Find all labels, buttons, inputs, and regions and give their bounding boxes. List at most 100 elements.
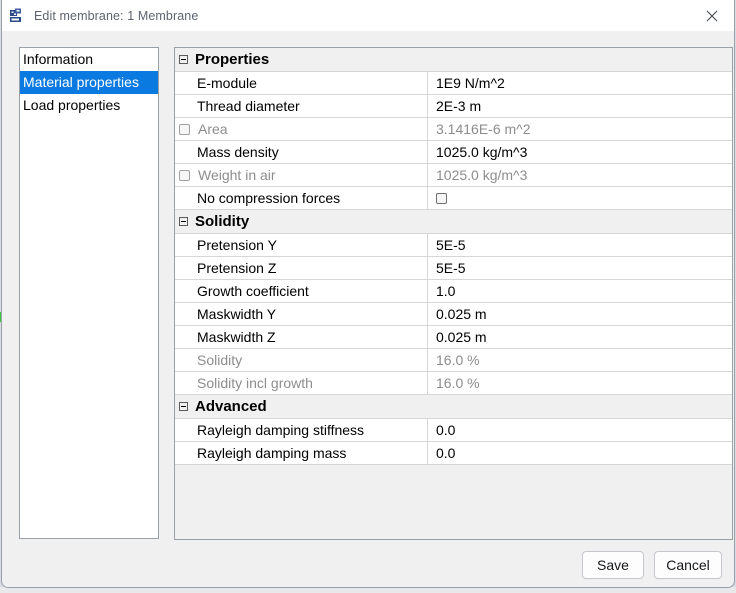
property-value-cell[interactable]: 1025.0 kg/m^3 [427,140,732,164]
property-label: Mass density [197,144,279,160]
property-value: 1E9 N/m^2 [427,72,732,94]
property-value-cell: 3.1416E-6 m^2 [427,117,732,141]
property-value-cell: 16.0 % [427,371,732,395]
property-value: 5E-5 [427,257,732,279]
property-label-cell: Maskwidth Y [175,302,427,326]
group-title: Solidity [195,213,250,230]
group-header-cell: Properties [175,48,732,72]
table-row[interactable]: Rayleigh damping mass 0.0 [175,441,732,465]
property-value: 1.0 [427,280,732,302]
property-label-cell: Pretension Z [175,256,427,280]
edit-membrane-dialog: Edit membrane: 1 Membrane Information Ma… [1,0,735,588]
property-value-cell[interactable]: 5E-5 [427,233,732,257]
property-value: 16.0 % [427,372,732,394]
property-label: Solidity [197,352,243,368]
table-row: Solidity incl growth 16.0 % [175,371,732,395]
property-value-cell[interactable] [427,186,732,210]
property-label-cell: No compression forces [175,186,427,210]
table-row[interactable]: Maskwidth Z 0.025 m [175,325,732,349]
property-value-cell[interactable]: 2E-3 m [427,94,732,118]
property-value-cell[interactable]: 0.025 m [427,325,732,349]
dialog-body: Information Material properties Load pro… [2,31,734,587]
property-label-cell: Solidity [175,348,427,372]
table-row[interactable]: Growth coefficient 1.0 [175,279,732,303]
property-value: 1025.0 kg/m^3 [427,141,732,163]
property-label-cell: Rayleigh damping mass [175,441,427,465]
property-label: Maskwidth Z [197,329,276,345]
dialog-title: Edit membrane: 1 Membrane [34,8,199,23]
property-label-cell: Mass density [175,140,427,164]
table-row: Solidity 16.0 % [175,348,732,372]
property-label-cell: Maskwidth Z [175,325,427,349]
property-value: 3.1416E-6 m^2 [427,118,732,140]
group-header-solidity[interactable]: Solidity [175,209,732,234]
property-value: 2E-3 m [427,95,732,117]
sidebar-item-information[interactable]: Information [20,48,158,71]
table-row[interactable]: Pretension Z 5E-5 [175,256,732,280]
group-header-cell: Advanced [175,394,732,419]
property-label-cell: Thread diameter [175,94,427,118]
sidebar-item-label: Load properties [23,97,121,113]
property-value: 0.025 m [427,326,732,348]
property-label-cell: E-module [175,71,427,95]
group-header-advanced[interactable]: Advanced [175,394,732,419]
collapse-icon[interactable] [179,217,188,226]
close-icon[interactable] [689,0,734,31]
property-value: 0.025 m [427,303,732,325]
cancel-button[interactable]: Cancel [654,551,722,579]
collapse-icon[interactable] [179,402,188,411]
property-label: Rayleigh damping stiffness [197,422,365,438]
property-value-cell[interactable]: 0.025 m [427,302,732,326]
table-row[interactable]: Rayleigh damping stiffness 0.0 [175,418,732,442]
no-compression-forces-checkbox[interactable] [436,192,447,204]
property-value: 0.0 [427,442,732,464]
property-label: No compression forces [197,190,341,206]
property-label: E-module [197,75,257,91]
table-row[interactable]: Thread diameter 2E-3 m [175,94,732,118]
property-value-cell[interactable]: 0.0 [427,418,732,442]
property-value: 1025.0 kg/m^3 [427,164,732,186]
property-label: Area [198,121,228,137]
group-title: Properties [195,51,270,68]
collapse-icon[interactable] [179,55,188,64]
property-value-cell[interactable]: 0.0 [427,441,732,465]
property-value-cell[interactable]: 1.0 [427,279,732,303]
sidebar-item-label: Material properties [23,74,139,90]
property-label: Weight in air [198,167,276,183]
property-label-cell: Area [175,117,427,141]
title-bar: Edit membrane: 1 Membrane [2,0,734,31]
weight-in-air-override-checkbox[interactable] [179,169,190,181]
property-label: Maskwidth Y [197,306,277,322]
property-label-cell: Solidity incl growth [175,371,427,395]
property-label-cell: Rayleigh damping stiffness [175,418,427,442]
group-title: Advanced [195,398,267,415]
property-value-cell[interactable]: 5E-5 [427,256,732,280]
category-list[interactable]: Information Material properties Load pro… [19,47,159,539]
property-value-cell[interactable]: 1E9 N/m^2 [427,71,732,95]
property-value: 5E-5 [427,234,732,256]
dialog-footer: Save Cancel [582,551,722,579]
property-label-cell: Pretension Y [175,233,427,257]
group-header-properties[interactable]: Properties [175,48,732,72]
property-value-cell: 16.0 % [427,348,732,372]
property-label: Growth coefficient [197,283,309,299]
sidebar-item-load-properties[interactable]: Load properties [20,94,158,117]
sidebar-item-label: Information [23,51,94,67]
properties-table: Properties E-module 1E9 N/m^2 Thread dia… [175,48,732,465]
property-label: Rayleigh damping mass [197,445,347,461]
table-row[interactable]: Mass density 1025.0 kg/m^3 [175,140,732,164]
table-row[interactable]: No compression forces [175,186,732,210]
property-label-cell: Growth coefficient [175,279,427,303]
table-row[interactable]: Weight in air 1025.0 kg/m^3 [175,163,732,187]
property-label: Solidity incl growth [197,375,313,391]
group-header-cell: Solidity [175,209,732,234]
property-value-cell: 1025.0 kg/m^3 [427,163,732,187]
sidebar-item-material-properties[interactable]: Material properties [20,71,158,94]
save-button[interactable]: Save [582,551,644,579]
table-row[interactable]: Pretension Y 5E-5 [175,233,732,257]
membrane-app-icon [10,8,26,24]
table-row[interactable]: E-module 1E9 N/m^2 [175,71,732,95]
area-override-checkbox[interactable] [179,123,190,135]
table-row[interactable]: Maskwidth Y 0.025 m [175,302,732,326]
table-row[interactable]: Area 3.1416E-6 m^2 [175,117,732,141]
